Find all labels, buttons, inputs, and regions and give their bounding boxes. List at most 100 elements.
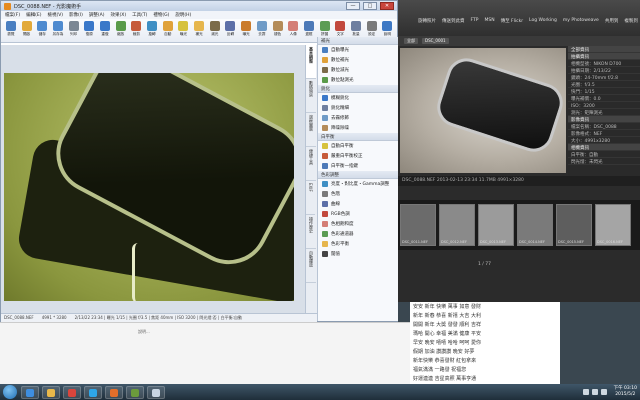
panel-item[interactable]: 去霧修飾	[318, 113, 398, 123]
thumbnail[interactable]: DSC_0015.NEF	[556, 204, 592, 246]
viewer-toolbar-button[interactable]: 傳至 Flickr	[501, 18, 523, 24]
close-button[interactable]: ✕	[380, 2, 394, 10]
phrase-row[interactable]: 安安 新年 快樂 萬事 如意 發財	[410, 302, 560, 311]
taskbar-button[interactable]	[105, 385, 123, 399]
info-section-header[interactable]: 影像資訊	[568, 116, 640, 123]
side-tab[interactable]: 便捷工具	[306, 147, 316, 181]
viewer-toolbar-button[interactable]: my Photoweave	[563, 18, 599, 23]
toolbar-button[interactable]: 減光	[208, 21, 222, 40]
panel-item[interactable]: 自動曝光	[318, 45, 398, 55]
thumbnail[interactable]: DSC_0013.NEF	[478, 204, 514, 246]
panel-item[interactable]: 色彩平衡	[318, 239, 398, 249]
viewer-toolbar-button[interactable]: FTP	[471, 18, 479, 23]
panel-item[interactable]: 色相飽和度	[318, 219, 398, 229]
taskbar-button[interactable]	[42, 385, 60, 399]
toolbar-button[interactable]: 自動	[161, 21, 175, 40]
side-tab[interactable]: 操作歷史	[306, 215, 316, 249]
panel-item[interactable]: 數位減光	[318, 65, 398, 75]
panel-item[interactable]: 數位點測光	[318, 75, 398, 85]
maximize-button[interactable]: □	[363, 2, 377, 10]
viewer-pager[interactable]: 1 / 77	[398, 260, 640, 270]
viewer-subtab[interactable]: DSC_0001	[422, 38, 449, 44]
start-button[interactable]	[3, 385, 17, 399]
viewer-toolbar-button[interactable]: MSN	[484, 18, 494, 23]
phrase-row[interactable]: 好運連連 吉星高照 萬事亨通	[410, 374, 560, 383]
toolbar-button[interactable]: 裁剪	[130, 21, 144, 40]
phrase-row[interactable]: 開開 新年 大獎 發發 順利 吉祥	[410, 320, 560, 329]
toolbar-button[interactable]: 曝光	[177, 21, 191, 40]
phrase-row[interactable]: 早安 晚安 嘻嘻 哈哈 呵呵 愛你	[410, 338, 560, 347]
toolbar-button[interactable]: 開啟	[20, 21, 34, 40]
panel-item[interactable]: 閾值	[318, 249, 398, 259]
minimize-button[interactable]: —	[346, 2, 360, 10]
panel-section-header[interactable]: 補光	[318, 37, 398, 45]
info-section-header[interactable]: 相機資訊	[568, 144, 640, 151]
toolbar-button[interactable]: 人像	[286, 21, 300, 40]
toolbar-button[interactable]: 反轉	[224, 21, 238, 40]
taskbar-button[interactable]	[63, 385, 81, 399]
panel-section-header[interactable]: 銳化	[318, 85, 398, 93]
panel-section-header[interactable]: 色彩調整	[318, 171, 398, 179]
info-section-header[interactable]: 全部資訊	[568, 46, 640, 53]
panel-item[interactable]: 亮度・對比度・Gamma調整	[318, 179, 398, 189]
menu-item[interactable]: 效果(X)	[111, 12, 127, 18]
viewer-subtab[interactable]: 全部	[404, 38, 418, 44]
panel-item[interactable]: 自動白平衡	[318, 141, 398, 151]
panel-item[interactable]: RGB色調	[318, 209, 398, 219]
thumbnail[interactable]: DSC_0011.NEF	[400, 204, 436, 246]
toolbar-button[interactable]: 旋轉	[145, 21, 159, 40]
panel-item[interactable]: 嚴重白平衡校正	[318, 151, 398, 161]
thumbnail[interactable]: DSC_0016.NEF	[595, 204, 631, 246]
side-tab[interactable]: EXIF	[306, 181, 315, 215]
toolbar-button[interactable]: 去霧	[255, 21, 269, 40]
panel-item[interactable]: 降噪除噪	[318, 123, 398, 133]
phrase-row[interactable]: 假期 加油 讚讚讚 晚安 好夢	[410, 347, 560, 356]
viewer-toolbar-button[interactable]: Log Working	[529, 18, 557, 23]
toolbar-button[interactable]: 儲存	[35, 21, 49, 40]
volume-icon[interactable]	[591, 389, 598, 395]
clock[interactable]: 下午 03:10 2015/5/2	[614, 386, 637, 398]
edited-photo[interactable]	[4, 73, 294, 301]
flag-icon[interactable]	[600, 389, 607, 395]
toolbar-button[interactable]: 另存為	[51, 21, 65, 40]
panel-section-header[interactable]: 白平衡	[318, 133, 398, 141]
viewer-toolbar-button[interactable]: 共用到	[605, 18, 619, 24]
viewer-toolbar-button[interactable]: 旋轉照片	[418, 18, 436, 24]
phrase-row[interactable]: 新年 新春 恭喜 新禧 大吉 大利	[410, 311, 560, 320]
info-section-header[interactable]: 拍攝資訊	[568, 53, 640, 60]
thumbnail[interactable]: DSC_0014.NEF	[517, 204, 553, 246]
taskbar-button[interactable]	[147, 385, 165, 399]
toolbar-button[interactable]: 瀏覽	[4, 21, 18, 40]
panel-item[interactable]: 白平衡一指鍵	[318, 161, 398, 171]
toolbar-button[interactable]: 邊框	[302, 21, 316, 40]
panel-item[interactable]: 模糊銳化	[318, 93, 398, 103]
toolbar-button[interactable]: 縮放	[114, 21, 128, 40]
menu-item[interactable]: 檢視(V)	[47, 12, 63, 18]
menu-item[interactable]: 編輯(E)	[26, 12, 41, 18]
phrase-row[interactable]: 新年快樂 恭喜發財 紅包拿來	[410, 356, 560, 365]
phrase-row[interactable]: 福氣滿滿 一路發 祝福您	[410, 365, 560, 374]
toolbar-button[interactable]: 重做	[98, 21, 112, 40]
side-tab[interactable]: 自動擺放	[306, 249, 316, 283]
panel-item[interactable]: 銳化精細	[318, 103, 398, 113]
menu-item[interactable]: 說明(H)	[175, 12, 191, 18]
toolbar-button[interactable]: 補光	[192, 21, 206, 40]
viewer-photo[interactable]	[400, 48, 566, 173]
network-icon[interactable]	[582, 389, 589, 395]
menu-item[interactable]: 工具(T)	[132, 12, 147, 18]
toolbar-button[interactable]: 列印	[67, 21, 81, 40]
menu-item[interactable]: 影像(I)	[69, 12, 83, 18]
side-tab[interactable]: 基本調整	[306, 45, 316, 79]
viewer-toolbar-button[interactable]: 複製到	[624, 18, 638, 24]
side-tab[interactable]: 邊框圖層	[306, 113, 316, 147]
menu-item[interactable]: 禮物(G)	[153, 12, 169, 18]
toolbar-button[interactable]: 褪色	[271, 21, 285, 40]
viewer-toolbar-button[interactable]: 傳送到此資	[442, 18, 465, 24]
menu-item[interactable]: 檔案(F)	[5, 12, 20, 18]
side-tab[interactable]: 數碼暗房	[306, 79, 316, 113]
panel-item[interactable]: 數位補光	[318, 55, 398, 65]
taskbar-button[interactable]	[126, 385, 144, 399]
panel-item[interactable]: 曲線	[318, 199, 398, 209]
thumbnail[interactable]: DSC_0012.NEF	[439, 204, 475, 246]
taskbar-button[interactable]	[21, 385, 39, 399]
